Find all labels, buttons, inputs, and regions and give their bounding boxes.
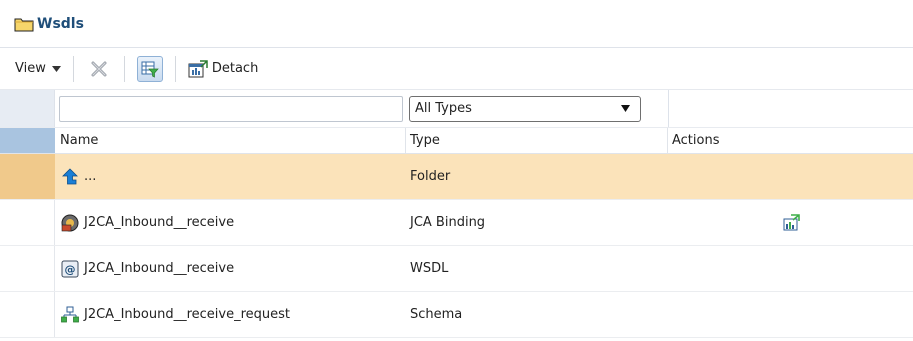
test-action-icon[interactable]	[781, 213, 801, 233]
query-by-example-toggle[interactable]	[136, 55, 163, 82]
type-filter-value: All Types	[415, 101, 472, 116]
row-actions-cell	[668, 200, 913, 245]
toolbar-separator	[174, 55, 176, 82]
type-filter-cell: All Types	[408, 90, 668, 127]
row-selector[interactable]	[0, 154, 55, 199]
schema-icon	[60, 305, 80, 325]
detach-icon	[188, 59, 208, 77]
view-menu-label: View	[15, 61, 46, 76]
type-filter-select[interactable]: All Types	[409, 95, 641, 122]
row-name-cell[interactable]: J2CA_Inbound__receive	[56, 200, 406, 245]
table-row[interactable]: J2CA_Inbound__receive_request Schema	[0, 292, 913, 338]
wsdl-icon: @	[60, 259, 80, 279]
column-header-actions: Actions	[672, 133, 720, 148]
folder-icon	[14, 18, 34, 31]
svg-text:@: @	[65, 263, 76, 276]
row-actions-cell	[668, 292, 913, 337]
row-type-cell: Schema	[410, 307, 463, 322]
actions-filter-cell	[668, 90, 913, 127]
detach-button[interactable]: Detach	[188, 59, 259, 78]
row-selector[interactable]	[0, 246, 55, 291]
toolbar: View Detach	[0, 48, 913, 90]
row-type-cell: JCA Binding	[410, 215, 486, 230]
up-arrow-icon	[60, 167, 80, 187]
table-row[interactable]: @ J2CA_Inbound__receive WSDL	[0, 246, 913, 292]
filter-table-icon	[141, 61, 159, 78]
filter-row: All Types	[0, 90, 913, 128]
row-type-cell: WSDL	[410, 261, 449, 276]
filter-row-stub	[0, 90, 55, 127]
row-selector[interactable]	[0, 292, 55, 337]
table-row[interactable]: ... Folder	[0, 154, 913, 200]
header-row-stub	[0, 128, 55, 153]
panel-header: Wsdls	[0, 0, 913, 48]
toolbar-separator	[72, 55, 74, 82]
row-name-cell[interactable]: @ J2CA_Inbound__receive	[56, 246, 406, 291]
row-name-text: J2CA_Inbound__receive	[84, 215, 235, 230]
view-menu-button[interactable]: View	[15, 61, 61, 76]
column-header-type[interactable]: Type	[406, 128, 668, 153]
row-name-text: J2CA_Inbound__receive	[84, 261, 235, 276]
table-row[interactable]: J2CA_Inbound__receive JCA Binding	[0, 200, 913, 246]
delete-button[interactable]	[86, 56, 112, 82]
toolbar-separator	[123, 55, 125, 82]
row-actions-cell	[668, 246, 913, 291]
delete-icon	[91, 61, 107, 76]
name-filter-input[interactable]	[59, 95, 403, 122]
name-filter-cell	[56, 90, 406, 127]
row-selector[interactable]	[0, 200, 55, 245]
row-name-cell[interactable]: J2CA_Inbound__receive_request	[56, 292, 406, 337]
dropdown-arrow-icon	[621, 105, 630, 112]
row-type-cell: Folder	[410, 169, 451, 184]
jca-binding-icon	[60, 213, 80, 233]
table-header-row: Name Type Actions	[0, 128, 913, 154]
row-name-cell[interactable]: ...	[56, 154, 406, 199]
chevron-down-icon	[51, 65, 61, 72]
row-name-text: J2CA_Inbound__receive_request	[84, 307, 291, 322]
column-header-name[interactable]: Name	[56, 128, 406, 153]
row-name-text: ...	[84, 169, 97, 184]
panel-title: Wsdls	[37, 15, 84, 32]
row-actions-cell	[668, 154, 913, 199]
detach-label: Detach	[211, 61, 259, 76]
